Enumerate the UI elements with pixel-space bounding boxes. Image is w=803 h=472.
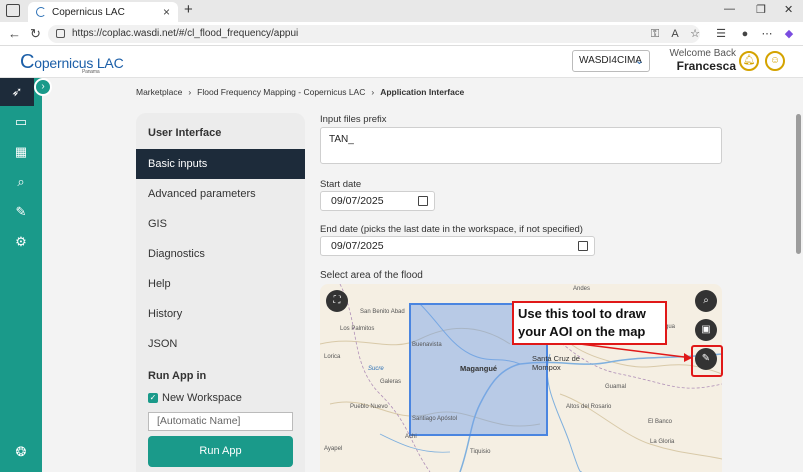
workspace-select-value: WASDI4CIMA (579, 55, 642, 66)
bell-icon[interactable]: 🔔︎ (739, 51, 759, 71)
tab-favicon-icon (36, 7, 46, 17)
url-field[interactable]: https://coplac.wasdi.net/#/cl_flood_freq… (48, 25, 700, 43)
window-menu-icon[interactable] (6, 4, 20, 17)
map-place-label: Ayapel (324, 446, 343, 452)
draw-tool-highlight (691, 345, 723, 377)
workspace-select[interactable]: WASDI4CIMA ⌄ (572, 50, 650, 72)
favorites-icon[interactable]: ☰ (714, 27, 728, 41)
lock-icon (56, 29, 65, 38)
sidebar-item-apps[interactable]: ➶ (0, 78, 34, 106)
new-workspace-row: ✓ New Workspace (148, 392, 242, 404)
start-date-input[interactable]: 09/07/2025 (320, 191, 435, 211)
map-label: Select area of the flood (320, 270, 423, 281)
start-date-label: Start date (320, 179, 362, 190)
menu-item-gis[interactable]: GIS (136, 209, 305, 239)
fullscreen-icon[interactable]: ⛶ (326, 290, 348, 312)
map-place-label: Achi (405, 434, 417, 440)
map-place-label: Tiquisio (470, 449, 491, 455)
scrollbar-thumb[interactable] (796, 114, 801, 254)
map-place-label: El Banco (648, 419, 673, 425)
restore-icon[interactable]: ❐ (756, 3, 766, 16)
workspace-name-input[interactable]: [Automatic Name] (148, 412, 293, 431)
url-text: https://coplac.wasdi.net/#/cl_flood_freq… (72, 28, 299, 39)
run-app-title: Run App in (148, 370, 207, 382)
minimize-icon[interactable]: — (724, 3, 735, 15)
map-place-label: Magangué (460, 364, 498, 373)
chevron-down-icon: ⌄ (634, 55, 644, 67)
prefix-input[interactable]: TAN_ (320, 127, 722, 164)
menu-item-help[interactable]: Help (136, 269, 305, 299)
map-place-label: Santa Cruz de Mompox (532, 354, 580, 372)
calendar-icon[interactable]: ▦ (13, 144, 29, 160)
prefix-label: Input files prefix (320, 114, 387, 125)
copilot-icon[interactable]: ◆ (782, 27, 796, 41)
menu-title: User Interface (148, 127, 222, 139)
search-icon[interactable]: ⌕ (13, 174, 29, 190)
read-aloud-icon[interactable]: A (668, 27, 682, 41)
browser-tab-bar: Copernicus LAC × + — ❐ ✕ (0, 0, 803, 22)
logo-text: opernicus LAC (34, 55, 124, 71)
map-place-label: Los Palmitos (340, 326, 375, 332)
map-place-label: Altos del Rosario (566, 404, 612, 410)
close-window-icon[interactable]: ✕ (784, 3, 793, 16)
end-date-value: 09/07/2025 (331, 240, 384, 252)
expand-sidebar-icon[interactable]: › (34, 78, 52, 96)
rocket-icon: ➶ (11, 84, 23, 99)
tab-title: Copernicus LAC (52, 6, 125, 18)
avatar[interactable]: ☺ (765, 51, 785, 71)
breadcrumb-current: Application Interface (380, 87, 465, 97)
menu-item-json[interactable]: JSON (136, 329, 305, 359)
browser-tab[interactable]: Copernicus LAC × (28, 2, 178, 22)
menu-item-basic-inputs[interactable]: Basic inputs (136, 149, 305, 179)
back-icon[interactable]: ← (8, 26, 21, 41)
map-place-label: La Gloria (650, 439, 675, 445)
pencil-icon[interactable]: ✎ (13, 204, 29, 220)
new-tab-icon[interactable]: + (184, 1, 193, 18)
folder-icon[interactable]: ▭ (13, 114, 29, 130)
key-icon[interactable]: ⚿ (648, 27, 662, 41)
new-workspace-label: New Workspace (162, 392, 242, 404)
end-date-label: End date (picks the last date in the wor… (320, 224, 583, 235)
menu-item-diagnostics[interactable]: Diagnostics (136, 239, 305, 269)
layers-icon[interactable]: ▣ (695, 319, 717, 341)
new-workspace-checkbox[interactable]: ✓ (148, 393, 158, 403)
map-place-label: Lorica (324, 354, 341, 360)
profile-icon[interactable]: ● (738, 27, 752, 41)
end-date-input[interactable]: 09/07/2025 (320, 236, 595, 256)
logo-subtitle: Panama (82, 69, 100, 75)
address-bar: ← ↻ https://coplac.wasdi.net/#/cl_flood_… (0, 22, 803, 46)
breadcrumb-app[interactable]: Flood Frequency Mapping - Copernicus LAC (197, 87, 365, 97)
app-header: Copernicus LAC Panama WASDI4CIMA ⌄ Welco… (0, 46, 803, 78)
search-icon[interactable]: ⌕ (695, 290, 717, 312)
start-date-value: 09/07/2025 (331, 195, 384, 207)
more-icon[interactable]: ⋯ (760, 27, 774, 41)
map-place-label: Pueblo Nuevo (350, 404, 388, 410)
ui-menu-panel: User Interface Basic inputs Advanced par… (136, 113, 305, 472)
breadcrumb: Marketplace › Flood Frequency Mapping - Co… (136, 87, 465, 97)
menu-item-advanced-parameters[interactable]: Advanced parameters (136, 179, 305, 209)
settings-wheel-icon[interactable]: ❂ (13, 444, 29, 460)
run-app-button[interactable]: Run App (148, 436, 293, 467)
map-place-label: San Benito Abad (360, 309, 405, 315)
map-place-label: Santiago Apóstol (412, 416, 458, 422)
map-place-label: Andes (573, 286, 591, 292)
map-place-label: Buenavista (412, 342, 442, 348)
map-place-label: Sucre (368, 366, 384, 372)
page-scrollbar[interactable] (794, 78, 803, 472)
refresh-icon[interactable]: ↻ (30, 26, 41, 42)
tab-close-icon[interactable]: × (163, 5, 170, 19)
annotation-callout: Use this tool to draw your AOI on the ma… (512, 301, 667, 345)
map-place-label: Guamal (605, 384, 627, 390)
user-name: Francesca (676, 59, 736, 73)
copernicus-logo[interactable]: Copernicus LAC Panama (20, 51, 124, 75)
gear-icon[interactable]: ⚙ (13, 234, 29, 250)
calendar-icon[interactable] (578, 241, 588, 251)
breadcrumb-marketplace[interactable]: Marketplace (136, 87, 182, 97)
menu-item-history[interactable]: History (136, 299, 305, 329)
map-place-label: Galeras (380, 379, 402, 385)
favorite-star-icon[interactable]: ☆ (688, 27, 702, 41)
welcome-block: Welcome Back Francesca (658, 48, 736, 72)
calendar-icon[interactable] (418, 196, 428, 206)
sidebar-rail: ➶ ▭ ▦ ⌕ ✎ ⚙ ❂ (0, 78, 42, 472)
